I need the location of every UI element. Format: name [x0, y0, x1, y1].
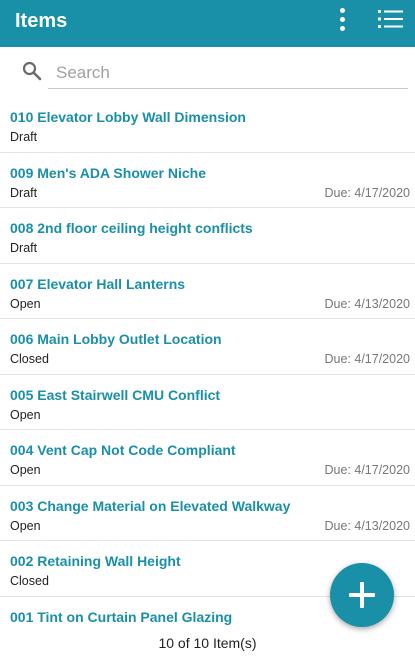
list-item[interactable]: 003 Change Material on Elevated Walkway … [0, 486, 415, 541]
item-title: 008 2nd floor ceiling height conflicts [10, 220, 253, 236]
item-status: Open [10, 407, 41, 422]
item-title: 009 Men's ADA Shower Niche [10, 164, 207, 181]
add-item-button[interactable] [330, 563, 394, 627]
item-count-label: 10 of 10 Item(s) [158, 635, 257, 651]
page-title: Items [15, 10, 68, 32]
list-view-icon[interactable] [378, 9, 403, 29]
item-status: Draft [10, 185, 38, 200]
item-status: Open [10, 518, 41, 533]
item-title: 006 Main Lobby Outlet Location [10, 331, 222, 347]
plus-icon [349, 582, 375, 608]
more-vert-icon[interactable] [334, 6, 352, 34]
item-title: 003 Change Material on Elevated Walkway [10, 497, 291, 514]
item-status: Draft [10, 241, 38, 255]
item-title: 004 Vent Cap Not Code Compliant [10, 442, 236, 458]
item-due-date: Due: 4/13/2020 [324, 518, 411, 533]
item-due-date: Due: 4/17/2020 [324, 463, 411, 477]
item-title: 001 Tint on Curtain Panel Glazing [10, 608, 233, 625]
list-item[interactable]: 005 East Stairwell CMU Conflict Open [0, 375, 415, 430]
item-status: Closed [10, 574, 49, 588]
search-input[interactable] [48, 57, 408, 89]
item-due-date: Due: 4/13/2020 [324, 296, 411, 311]
list-item[interactable]: 004 Vent Cap Not Code Compliant Open Due… [0, 430, 415, 486]
item-status: Open [10, 296, 41, 311]
item-title: 007 Elevator Hall Lanterns [10, 275, 186, 292]
item-title: 002 Retaining Wall Height [10, 553, 181, 569]
list-item[interactable]: 008 2nd floor ceiling height conflicts D… [0, 208, 415, 264]
search-icon [22, 61, 42, 81]
item-status: Draft [10, 130, 38, 144]
search-bar [0, 47, 415, 97]
item-count-footer: 10 of 10 Item(s) [0, 628, 415, 658]
list-item[interactable]: 010 Elevator Lobby Wall Dimension Draft [0, 97, 415, 153]
item-title: 005 East Stairwell CMU Conflict [10, 386, 221, 403]
list-item[interactable]: 006 Main Lobby Outlet Location Closed Du… [0, 319, 415, 375]
list-item[interactable]: 007 Elevator Hall Lanterns Open Due: 4/1… [0, 264, 415, 319]
item-status: Open [10, 463, 41, 477]
app-bar: Items [0, 0, 415, 47]
item-due-date: Due: 4/17/2020 [324, 185, 411, 200]
item-due-date: Due: 4/17/2020 [324, 352, 411, 366]
list-item[interactable]: 009 Men's ADA Shower Niche Draft Due: 4/… [0, 153, 415, 208]
item-title: 010 Elevator Lobby Wall Dimension [10, 109, 246, 125]
item-status: Closed [10, 352, 49, 366]
